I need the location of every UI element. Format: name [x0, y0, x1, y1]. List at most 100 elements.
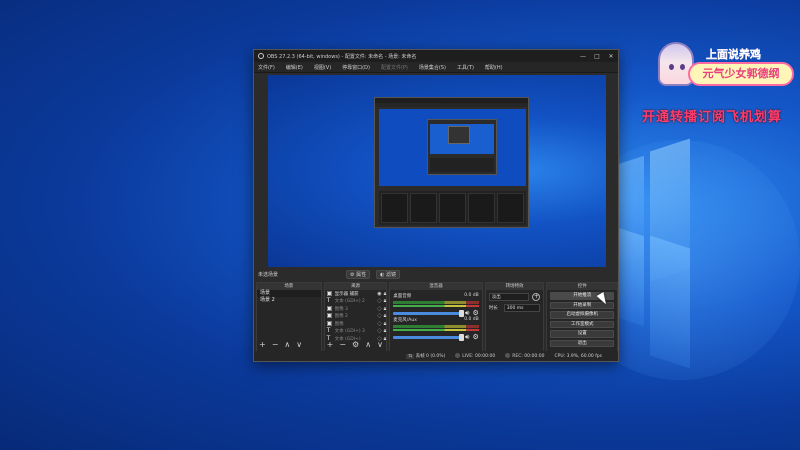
channel-db: 0.0 dB	[464, 317, 479, 322]
move-up-icon[interactable]: ∧	[365, 341, 371, 349]
menu-scene-collection[interactable]: 场景集合(S)	[419, 64, 446, 71]
scene-item[interactable]: 场景	[257, 290, 321, 297]
controls-dock: 控件 开始推流 开始录制 启动虚拟摄像机 工作室模式 设置 退出	[546, 282, 618, 352]
nested-dock	[439, 193, 466, 223]
move-down-icon[interactable]: ∨	[296, 341, 302, 349]
nested-dock	[497, 193, 524, 223]
windows-logo-pane	[618, 227, 644, 327]
properties-button[interactable]: ⚙ 属性	[346, 269, 371, 279]
move-up-icon[interactable]: ∧	[284, 341, 290, 349]
lock-icon[interactable]: 🔒︎	[384, 306, 387, 312]
lock-icon[interactable]: 🔒︎	[384, 298, 387, 304]
channel-db: 0.0 dB	[464, 293, 479, 298]
close-button[interactable]: ✕	[604, 53, 618, 60]
start-virtual-camera-button[interactable]: 启动虚拟摄像机	[550, 311, 614, 319]
visibility-eye-off-icon[interactable]: ◌	[377, 298, 381, 304]
lock-icon[interactable]: 🔒︎	[384, 328, 387, 334]
transition-select[interactable]: 淡出	[488, 293, 530, 301]
title-bar[interactable]: OBS 27.2.3 (64-bit, windows) - 配置文件: 未命名…	[254, 50, 618, 62]
visibility-eye-off-icon[interactable]: ◌	[377, 306, 381, 312]
studio-mode-button[interactable]: 工作室模式	[550, 320, 614, 328]
duration-label: 时长	[488, 306, 498, 311]
windows-logo-pane	[650, 235, 690, 369]
scene-item[interactable]: 场景 2	[257, 297, 321, 304]
visibility-eye-off-icon[interactable]: ◌	[377, 328, 381, 334]
source-item[interactable]: ▣ 图像 3 ◌ 🔒︎	[325, 305, 387, 313]
move-down-icon[interactable]: ∨	[377, 341, 383, 349]
image-icon: ▣	[326, 319, 333, 327]
live-dot-icon	[455, 353, 461, 358]
channel-name: 麦克风/Aux	[393, 318, 417, 323]
source-item[interactable]: T 文本 (GDI+) 3 ◌ 🔒︎	[325, 328, 387, 336]
visibility-eye-icon[interactable]: ◉	[377, 291, 381, 297]
lock-icon[interactable]: 🔒︎	[384, 321, 387, 327]
speaker-icon[interactable]: 🔊︎	[465, 334, 469, 341]
lock-icon[interactable]: 🔒︎	[384, 313, 387, 319]
image-icon: ▣	[326, 312, 333, 320]
sticker-name-text: 元气少女郭德纲	[688, 62, 794, 86]
mixer-header: 混音器	[390, 283, 482, 290]
volume-meter	[393, 325, 479, 328]
remove-source-icon[interactable]: −	[339, 341, 346, 349]
sources-dock: 来源 ▣ 显示器 捕获 ◉ 🔒︎ T 文本 (GDI+) 2 ◌ 🔒︎ ▣ 图像…	[323, 282, 388, 352]
volume-slider[interactable]	[393, 310, 464, 317]
rec-dot-icon	[505, 353, 511, 358]
settings-button[interactable]: 设置	[550, 330, 614, 338]
nested-dock	[410, 193, 437, 223]
filters-button[interactable]: ◐ 滤镜	[376, 269, 401, 279]
volume-meter	[393, 305, 479, 307]
remove-scene-icon[interactable]: −	[272, 341, 279, 349]
source-name: 显示器 捕获	[334, 291, 359, 297]
obs-window: OBS 27.2.3 (64-bit, windows) - 配置文件: 未命名…	[253, 49, 619, 362]
controls-header: 控件	[547, 283, 617, 290]
source-settings-icon[interactable]: ⚙	[352, 341, 359, 349]
exit-button[interactable]: 退出	[550, 339, 614, 347]
gear-icon[interactable]: ⚙	[472, 310, 478, 317]
menu-edit[interactable]: 编辑(E)	[286, 64, 303, 71]
source-name: 文本 (GDI+) 3	[334, 329, 365, 335]
volume-slider[interactable]	[393, 334, 464, 341]
image-icon: ▣	[326, 304, 333, 312]
add-source-icon[interactable]: +	[327, 341, 334, 349]
menu-bar: 文件(F) 编辑(E) 视图(V) 停靠窗口(D) 配置文件(P) 场景集合(S…	[254, 62, 618, 73]
dropped-frames-text: 丢帧 0 (0.0%)	[415, 354, 446, 359]
volume-meter	[393, 301, 479, 304]
source-item[interactable]: ▣ 图像 2 ◌ 🔒︎	[325, 313, 387, 321]
status-bar: ⇆ 丢帧 0 (0.0%) LIVE: 00:00:00 REC: 00:00:…	[254, 351, 618, 361]
speaker-icon[interactable]: 🔊︎	[465, 310, 469, 317]
scene-toolbar: 未选场景 ⚙ 属性 ◐ 滤镜	[256, 268, 618, 280]
menu-tools[interactable]: 工具(T)	[457, 64, 474, 71]
minimize-button[interactable]: —	[576, 53, 590, 60]
source-item[interactable]: ▣ 显示器 捕获 ◉ 🔒︎	[325, 290, 387, 298]
obs-logo-icon	[258, 53, 264, 59]
menu-help[interactable]: 帮助(H)	[485, 64, 503, 71]
lock-icon[interactable]: 🔒︎	[384, 291, 387, 297]
dock-area: 场景 场景 场景 2 + − ∧ ∨ 来源 ▣ 显示器 捕获 ◉ 🔒︎ T 文本…	[256, 282, 618, 352]
gear-icon[interactable]: ⚙	[472, 334, 478, 341]
nested-menu-bar	[375, 103, 528, 107]
add-scene-icon[interactable]: +	[259, 341, 266, 349]
lock-icon[interactable]: 🔒︎	[384, 336, 387, 342]
source-item[interactable]: T 文本 (GDI+) 2 ◌ 🔒︎	[325, 298, 387, 306]
live-time: LIVE: 00:00:00	[462, 354, 496, 359]
visibility-eye-off-icon[interactable]: ◌	[377, 313, 381, 319]
nested-docks	[379, 191, 526, 225]
preview-canvas[interactable]	[268, 75, 606, 267]
nested-obs-window	[374, 97, 529, 228]
menu-file[interactable]: 文件(F)	[258, 64, 275, 71]
menu-docks[interactable]: 停靠窗口(D)	[342, 64, 370, 71]
properties-label: 属性	[356, 271, 367, 278]
duration-input[interactable]: 300 ms	[503, 304, 541, 312]
nested-obs-window-level2	[427, 119, 497, 175]
rec-status: REC: 00:00:00	[505, 353, 545, 359]
maximize-button[interactable]: □	[590, 53, 604, 60]
visibility-eye-off-icon[interactable]: ◌	[377, 321, 381, 327]
filters-label: 滤镜	[386, 271, 397, 278]
add-transition-icon[interactable]: +	[532, 293, 541, 301]
text-icon: T	[326, 297, 331, 305]
sources-header: 来源	[324, 283, 387, 290]
cpu-status: CPU: 3.9%, 60.00 fps	[554, 353, 603, 359]
text-icon: T	[326, 327, 331, 335]
source-item[interactable]: ▣ 图像 ◌ 🔒︎	[325, 320, 387, 328]
menu-view[interactable]: 视图(V)	[314, 64, 331, 71]
